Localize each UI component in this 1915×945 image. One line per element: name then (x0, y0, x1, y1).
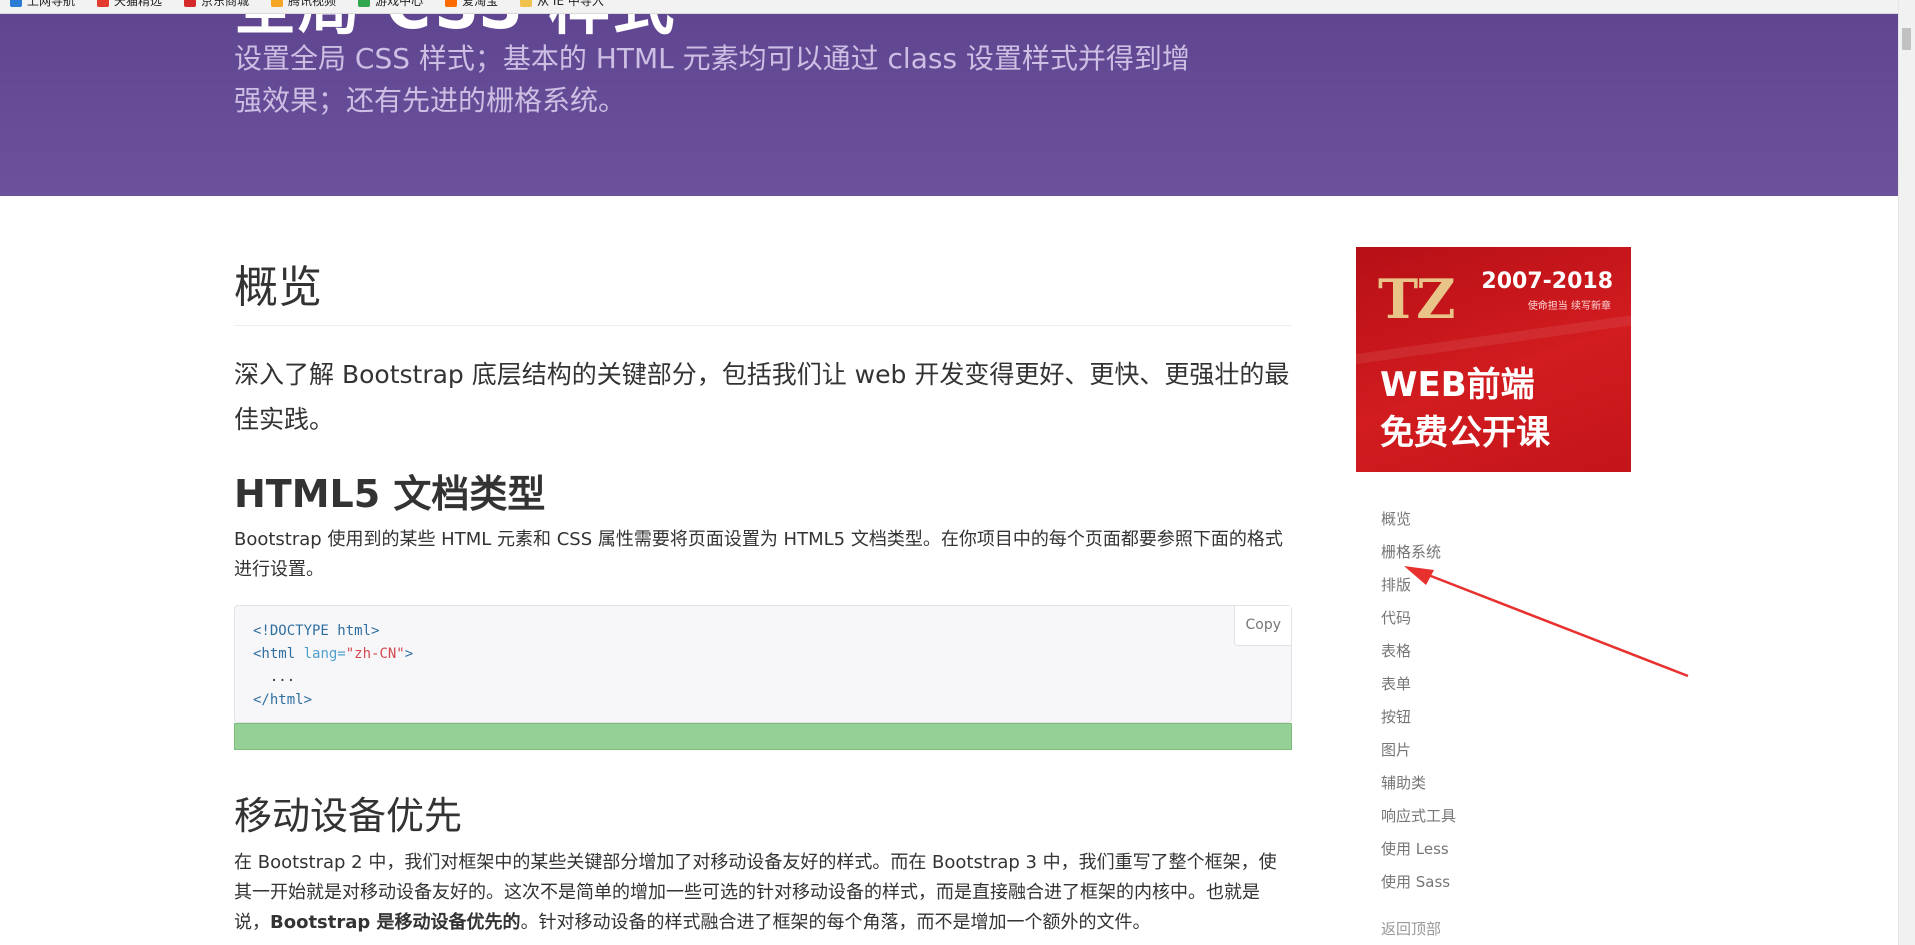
bookmark-label: 从 IE 中导入 (537, 0, 604, 8)
vertical-scrollbar[interactable] (1898, 0, 1915, 945)
bookmark-0[interactable]: 上网导航 (10, 0, 75, 9)
code-line: ... (253, 669, 296, 686)
sidebar-item-sass[interactable]: 使用 Sass (1381, 866, 1456, 899)
ad-banner[interactable]: TZ 2007-2018 使命担当 续写新章 WEB前端 免费公开课 (1356, 247, 1631, 472)
sidebar-item-forms[interactable]: 表单 (1381, 668, 1456, 701)
bookmark-5[interactable]: 爱淘宝 (445, 0, 498, 9)
main-content: 概览 深入了解 Bootstrap 底层结构的关键部分，包括我们让 web 开发… (234, 262, 1292, 938)
code-example[interactable]: <!DOCTYPE html> <html lang="zh-CN"> ... … (234, 605, 1292, 724)
sidebar-item-overview[interactable]: 概览 (1381, 503, 1456, 536)
html5-description: Bootstrap 使用到的某些 HTML 元素和 CSS 属性需要将页面设置为… (234, 529, 1283, 581)
back-to-top-link[interactable]: 返回顶部 (1381, 918, 1441, 939)
sidebar-item-buttons[interactable]: 按钮 (1381, 701, 1456, 734)
bookmark-3[interactable]: 腾讯视频 (271, 0, 336, 9)
ad-subheadline: 免费公开课 (1380, 413, 1550, 453)
bookmark-label: 天猫精选 (114, 0, 163, 8)
sidebar-item-helpers[interactable]: 辅助类 (1381, 767, 1456, 800)
bookmark-1[interactable]: 天猫精选 (97, 0, 162, 9)
scrollbar-thumb[interactable] (1902, 28, 1911, 50)
sidebar-item-images[interactable]: 图片 (1381, 734, 1456, 767)
bookmark-4[interactable]: 游戏中心 (358, 0, 423, 9)
bookmark-favicon-icon (184, 0, 197, 7)
bookmark-label: 京东商城 (201, 0, 250, 8)
page-header-hero: 全局 CSS 样式 设置全局 CSS 样式；基本的 HTML 元素均可以通过 c… (0, 0, 1899, 196)
ad-logo: TZ (1378, 267, 1456, 331)
bookmark-2[interactable]: 京东商城 (184, 0, 249, 9)
bookmark-6[interactable]: 从 IE 中导入 (520, 0, 604, 9)
bookmark-favicon-icon (445, 0, 458, 7)
overview-lead: 深入了解 Bootstrap 底层结构的关键部分，包括我们让 web 开发变得更… (234, 359, 1290, 434)
bookmark-favicon-icon (10, 0, 22, 7)
code-line: <!DOCTYPE html> (253, 623, 380, 640)
section-heading-mobile-first: 移动设备优先 (234, 794, 463, 839)
bookmark-label: 腾讯视频 (288, 0, 337, 8)
bookmark-favicon-icon (271, 0, 284, 7)
code-line: <html lang="zh-CN"> (253, 646, 414, 663)
hero-lead: 设置全局 CSS 样式；基本的 HTML 元素均可以通过 class 设置样式并… (234, 42, 1190, 117)
sidebar-item-tables[interactable]: 表格 (1381, 635, 1456, 668)
bookmark-favicon-icon (358, 0, 371, 7)
section-heading-overview: 概览 (234, 262, 1292, 326)
bookmark-label: 上网导航 (27, 0, 76, 8)
bookmarks-bar: 上网导航 天猫精选 京东商城 腾讯视频 游戏中心 爱淘宝 从 IE 中导入 (0, 0, 1899, 14)
sidebar-nav: 概览 栅格系统 排版 代码 表格 表单 按钮 图片 辅助类 响应式工具 使用 L… (1381, 503, 1456, 899)
ad-years: 2007-2018 (1481, 269, 1613, 294)
bookmark-label: 爱淘宝 (462, 0, 499, 8)
section-heading-html5: HTML5 文档类型 (234, 471, 546, 516)
code-line: </html> (253, 692, 313, 709)
bookmark-label: 游戏中心 (375, 0, 424, 8)
mobile-first-bold: Bootstrap 是移动设备优先的 (270, 911, 521, 933)
bookmark-favicon-icon (97, 0, 110, 7)
sidebar-item-grid[interactable]: 栅格系统 (1381, 536, 1456, 569)
ad-headline: WEB前端 (1380, 365, 1535, 405)
sidebar-item-less[interactable]: 使用 Less (1381, 833, 1456, 866)
mobile-first-description: 在 Bootstrap 2 中，我们对框架中的某些关键部分增加了对移动设备友好的… (234, 851, 1277, 933)
folder-icon (520, 0, 533, 7)
ad-slogan: 使命担当 续写新章 (1527, 301, 1611, 312)
copy-success-bar (234, 723, 1292, 751)
sidebar-item-responsive[interactable]: 响应式工具 (1381, 800, 1456, 833)
copy-button[interactable]: Copy (1234, 606, 1291, 647)
sidebar-item-typography[interactable]: 排版 (1381, 569, 1456, 602)
sidebar-item-code[interactable]: 代码 (1381, 602, 1456, 635)
